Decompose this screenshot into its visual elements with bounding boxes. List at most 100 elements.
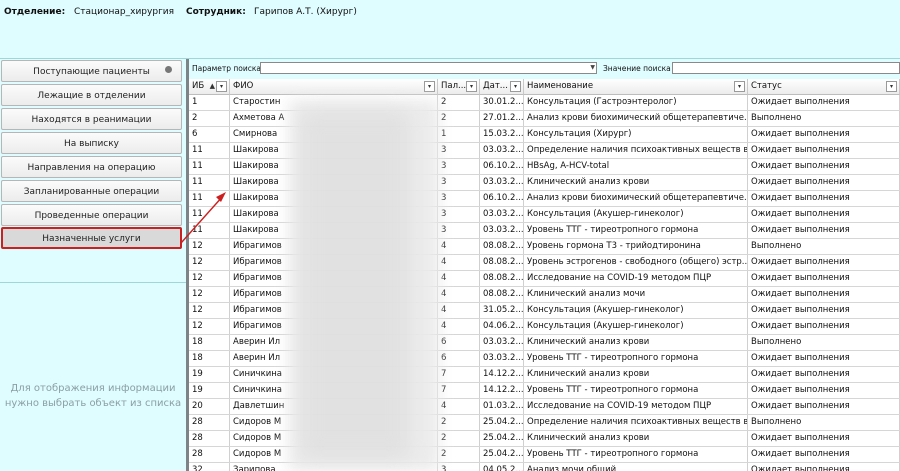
search-param-select[interactable]: ▼ — [260, 62, 597, 74]
table-cell-status: Ожидает выполнения — [748, 127, 900, 142]
sidebar-item-assigned-services[interactable]: Назначенные услуги — [1, 227, 182, 249]
sidebar-item-surgery-referrals[interactable]: Направления на операцию — [1, 156, 182, 178]
table-cell-ward: 2 — [438, 111, 480, 126]
sidebar-item-icu[interactable]: Находятся в реанимации — [1, 108, 182, 130]
table-cell-date: 31.05.2... — [480, 303, 524, 318]
search-value-input[interactable] — [672, 62, 900, 74]
table-cell-status: Ожидает выполнения — [748, 143, 900, 158]
filter-dropdown-icon[interactable]: ▾ — [510, 81, 521, 92]
table-cell-ib: 12 — [189, 303, 230, 318]
column-header-col-status[interactable]: Статус ▾ — [748, 79, 900, 95]
table-cell-date: 30.01.2... — [480, 95, 524, 110]
sidebar-item-completed-surgeries[interactable]: Проведенные операции — [1, 204, 182, 226]
table-cell-name: Клинический анализ крови — [524, 335, 748, 350]
table-cell-status: Ожидает выполнения — [748, 447, 900, 462]
table-cell-status: Ожидает выполнения — [748, 223, 900, 238]
filter-dropdown-icon[interactable]: ▾ — [734, 81, 745, 92]
table-cell-date: 06.10.2... — [480, 191, 524, 206]
table-cell-status: Выполнено — [748, 239, 900, 254]
table-cell-ib: 11 — [189, 143, 230, 158]
table-cell-ward: 7 — [438, 383, 480, 398]
table-cell-name: Уровень ТТГ - тиреотропного гормона — [524, 447, 748, 462]
redacted-names-overlay-inner — [300, 110, 410, 460]
table-cell-date: 14.12.2... — [480, 383, 524, 398]
table-cell-name: Исследование на COVID-19 методом ПЦР — [524, 271, 748, 286]
sidebar-item-discharge[interactable]: На выписку — [1, 132, 182, 154]
table-cell-name: Исследование на COVID-19 методом ПЦР — [524, 399, 748, 414]
table-cell-ib: 19 — [189, 383, 230, 398]
table-cell-ward: 3 — [438, 143, 480, 158]
column-header-col-fio[interactable]: ФИО ▾ — [230, 79, 438, 95]
sidebar-item-label: Лежащие в отделении — [37, 91, 146, 101]
table-cell-name: Определение наличия психоактивных вещест… — [524, 143, 748, 158]
empty-selection-hint: Для отображения информации нужно выбрать… — [4, 383, 182, 409]
table-cell-ward: 3 — [438, 175, 480, 190]
search-value-label: Значение поиска — [603, 64, 671, 73]
table-cell-ib: 32 — [189, 463, 230, 471]
table-cell-name: Клинический анализ крови — [524, 175, 748, 190]
table-cell-ib: 2 — [189, 111, 230, 126]
filter-dropdown-icon[interactable]: ▾ — [466, 81, 477, 92]
column-header-col-ib[interactable]: ИБ ▲ ▾ — [189, 79, 230, 95]
table-cell-ward: 6 — [438, 335, 480, 350]
table-cell-ward: 4 — [438, 255, 480, 270]
table-cell-date: 04.05.2... — [480, 463, 524, 471]
sidebar-item-label: Направления на операцию — [27, 163, 156, 173]
table-cell-name: Анализ крови биохимический общетерапевти… — [524, 191, 748, 206]
table-cell-status: Ожидает выполнения — [748, 287, 900, 302]
column-header-col-ward[interactable]: Пал... ▾ — [438, 79, 480, 95]
table-cell-date: 06.10.2... — [480, 159, 524, 174]
table-cell-status: Ожидает выполнения — [748, 175, 900, 190]
filter-dropdown-icon[interactable]: ▾ — [886, 81, 897, 92]
table-cell-ib: 28 — [189, 415, 230, 430]
table-cell-name: Определение наличия психоактивных вещест… — [524, 415, 748, 430]
table-cell-ward: 3 — [438, 223, 480, 238]
table-cell-ib: 12 — [189, 255, 230, 270]
table-cell-date: 03.03.2... — [480, 143, 524, 158]
sidebar-item-label: Проведенные операции — [34, 211, 149, 221]
column-header-label: ИБ — [192, 81, 205, 91]
sidebar-item-incoming-patients[interactable]: Поступающие пациенты — [1, 60, 182, 82]
sidebar-item-label: Назначенные услуги — [42, 234, 141, 244]
table-cell-ward: 3 — [438, 191, 480, 206]
filter-dropdown-icon[interactable]: ▾ — [424, 81, 435, 92]
column-header-label: Наименование — [527, 81, 594, 91]
chevron-down-icon: ▼ — [590, 64, 595, 71]
sidebar-item-planned-surgeries[interactable]: Запланированные операции — [1, 180, 182, 202]
table-cell-date: 03.03.2... — [480, 335, 524, 350]
search-bar: Параметр поиска ▼ Значение поиска — [189, 59, 900, 78]
filter-dropdown-icon[interactable]: ▾ — [216, 81, 227, 92]
table-cell-name: Уровень ТТГ - тиреотропного гормона — [524, 223, 748, 238]
department-label: Отделение: — [4, 7, 66, 17]
table-cell-date: 25.04.2... — [480, 415, 524, 430]
table-cell-name: Уровень гормона Т3 - трийодтиронина — [524, 239, 748, 254]
table-cell-ward: 3 — [438, 207, 480, 222]
table-cell-ward: 7 — [438, 367, 480, 382]
table-cell-status: Ожидает выполнения — [748, 431, 900, 446]
table-cell-ib: 6 — [189, 127, 230, 142]
table-cell-status: Ожидает выполнения — [748, 255, 900, 270]
table-cell-status: Ожидает выполнения — [748, 319, 900, 334]
sidebar-item-inpatients[interactable]: Лежащие в отделении — [1, 84, 182, 106]
department-value: Стационар_хирургия — [74, 7, 175, 17]
column-header-col-name[interactable]: Наименование ▾ — [524, 79, 748, 95]
table-cell-ib: 11 — [189, 191, 230, 206]
table-cell-ward: 3 — [438, 463, 480, 471]
status-dot-icon — [165, 66, 172, 73]
sort-ascending-icon: ▲ — [209, 82, 215, 90]
table-cell-name: Клинический анализ крови — [524, 431, 748, 446]
table-cell-status: Ожидает выполнения — [748, 271, 900, 286]
table-cell-name: Клинический анализ крови — [524, 367, 748, 382]
sidebar-item-label: На выписку — [64, 139, 119, 149]
table-cell-ib: 11 — [189, 223, 230, 238]
table-cell-name: Консультация (Акушер-гинеколог) — [524, 207, 748, 222]
sidebar-divider — [0, 282, 186, 283]
table-cell-ib: 11 — [189, 175, 230, 190]
column-header-col-date[interactable]: Дат... ▾ — [480, 79, 524, 95]
table-cell-date: 03.03.2... — [480, 175, 524, 190]
table-cell-ward: 2 — [438, 447, 480, 462]
table-cell-name: HBsAg, A-HCV-total — [524, 159, 748, 174]
table-cell-date: 08.08.2... — [480, 287, 524, 302]
table-cell-ward: 3 — [438, 159, 480, 174]
table-cell-status: Ожидает выполнения — [748, 191, 900, 206]
